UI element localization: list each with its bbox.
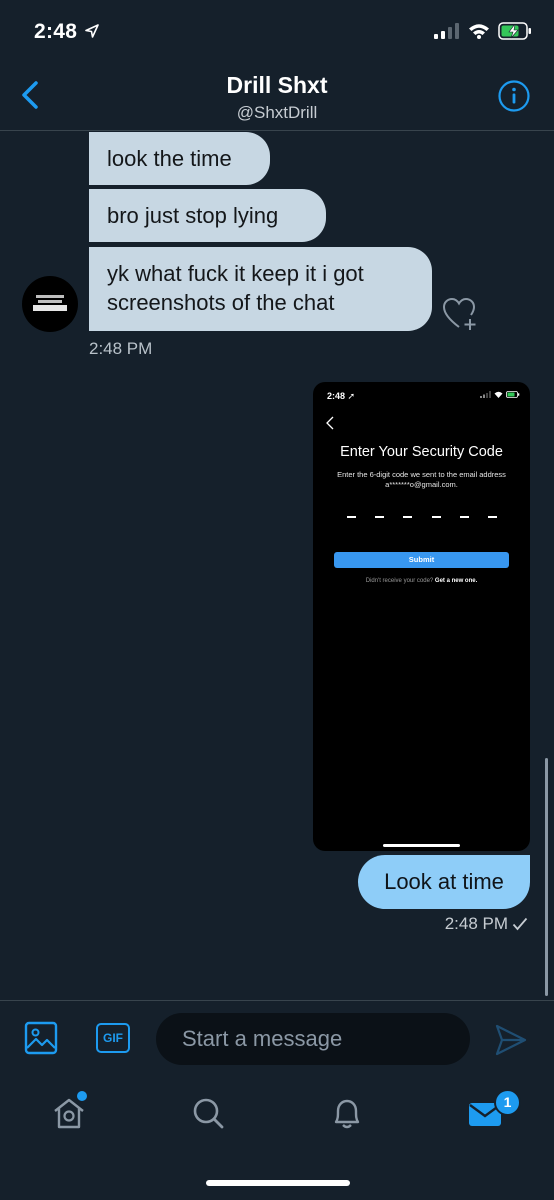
code-digit-slot — [431, 516, 441, 518]
message-bubble-incoming[interactable]: bro just stop lying — [89, 189, 326, 242]
image-resend-text: Didn't receive your code? Get a new one. — [313, 578, 530, 584]
signal-icon — [480, 391, 491, 398]
code-digit-slot — [403, 516, 413, 518]
scrollbar[interactable] — [545, 758, 548, 996]
message-bubble-incoming[interactable]: look the time — [89, 132, 270, 185]
message-composer: GIF Start a message — [0, 1000, 554, 1073]
message-bubble-outgoing[interactable]: Look at time — [358, 855, 530, 909]
status-indicators — [434, 22, 532, 40]
image-status-time: 2:48 ➚ — [327, 391, 355, 402]
info-icon[interactable] — [498, 80, 530, 112]
code-digit-slot — [347, 516, 356, 518]
signal-icon — [434, 23, 459, 39]
code-digit-slot — [487, 516, 497, 518]
image-attachment[interactable]: 2:48 ➚ Enter Your Security Code Enter th… — [313, 382, 530, 851]
avatar-logo-icon — [33, 295, 67, 311]
back-arrow-icon — [326, 416, 334, 430]
sent-check-icon — [512, 917, 528, 931]
message-input[interactable]: Start a message — [156, 1013, 470, 1065]
code-digit-slot — [459, 516, 469, 518]
code-placeholder-dashes — [347, 516, 497, 518]
code-digit-slot — [375, 516, 385, 518]
battery-icon — [506, 391, 520, 398]
search-icon[interactable] — [189, 1094, 227, 1132]
message-bubble-incoming[interactable]: yk what fuck it keep it i got screenshot… — [89, 247, 432, 331]
message-timestamp-outgoing: 2:48 PM — [445, 914, 528, 934]
wifi-icon — [494, 391, 503, 398]
message-time-text: 2:48 PM — [444, 914, 508, 933]
image-resend-prefix: Didn't receive your code? — [365, 578, 434, 584]
status-time-text: 2:48 — [34, 20, 78, 43]
bell-icon[interactable] — [328, 1094, 366, 1132]
status-time: 2:48 — [34, 20, 100, 44]
conversation-title: Drill Shxt — [226, 72, 328, 98]
image-home-indicator — [383, 844, 460, 847]
send-icon[interactable] — [494, 1023, 528, 1057]
image-description: Enter the 6-digit code we sent to the em… — [337, 470, 506, 489]
home-indicator — [206, 1180, 350, 1186]
heart-plus-icon[interactable] — [442, 297, 478, 331]
avatar[interactable] — [22, 276, 78, 332]
location-arrow-icon — [85, 24, 100, 38]
conversation-handle: @ShxtDrill — [236, 103, 318, 122]
battery-charging-icon — [498, 22, 531, 40]
messages-badge: 1 — [494, 1089, 521, 1116]
image-icon[interactable] — [24, 1021, 58, 1055]
image-status-indicators — [480, 391, 520, 398]
home-notification-dot — [77, 1091, 87, 1101]
message-timestamp: 2:48 PM — [89, 339, 153, 358]
location-arrow-icon: ➚ — [347, 391, 356, 401]
image-resend-link: Get a new one. — [434, 578, 478, 584]
wifi-icon — [469, 24, 489, 39]
image-status-time-text: 2:48 — [327, 391, 346, 401]
image-heading: Enter Your Security Code — [340, 444, 503, 460]
conversation-header: Drill Shxt @ShxtDrill — [0, 60, 554, 131]
gif-button[interactable]: GIF — [96, 1023, 130, 1053]
image-submit-button: Submit — [334, 552, 509, 568]
